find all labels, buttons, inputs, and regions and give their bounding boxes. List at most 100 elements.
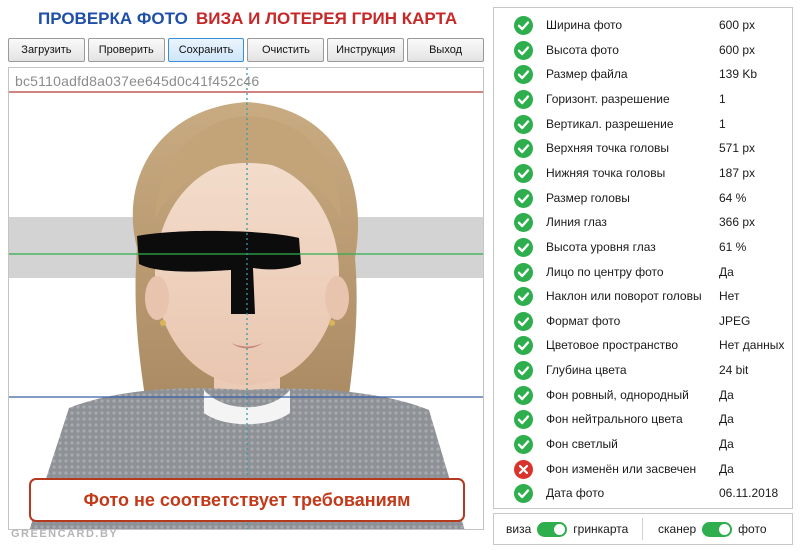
check-label: Размер файла	[546, 67, 628, 82]
toggle-knob	[719, 523, 731, 535]
check-label: Размер головы	[546, 190, 630, 205]
check-value: 139 Kb	[719, 67, 758, 82]
check-ok-icon	[514, 311, 533, 331]
check-row: Размер файла 139 Kb	[494, 62, 792, 87]
check-ok-icon	[514, 213, 533, 233]
check-label: Линия глаз	[546, 215, 607, 230]
clear-button[interactable]: Очистить	[247, 38, 325, 62]
photo-preview: bc5110adfd8a037ee645d0c41f452c46 Фото не…	[8, 67, 484, 530]
check-label: Глубина цвета	[546, 363, 627, 378]
mode-divider	[642, 518, 643, 540]
title-photo-check: ПРОВЕРКА ФОТО	[38, 9, 188, 28]
check-value: Да	[719, 461, 734, 476]
mode-label-greencard: гринкарта	[573, 522, 629, 536]
mode-bar: виза гринкарта сканер фото	[493, 513, 793, 545]
visa-greencard-toggle[interactable]	[537, 521, 568, 537]
check-value: 600 px	[719, 42, 756, 57]
check-ok-icon	[514, 262, 533, 282]
check-row: Лицо по центру фото Да	[494, 260, 792, 285]
check-label: Фон ровный, однородный	[546, 387, 689, 402]
check-ok-icon	[514, 410, 533, 430]
check-row: Фон изменён или засвечен Да	[494, 457, 792, 482]
check-row: Нижняя точка головы 187 px	[494, 161, 792, 186]
check-value: 61 %	[719, 239, 747, 254]
load-button[interactable]: Загрузить	[8, 38, 85, 62]
check-label: Нижняя точка головы	[546, 165, 666, 180]
check-label: Высота уровня глаз	[546, 239, 656, 254]
check-ok-icon	[514, 65, 533, 85]
check-label: Ширина фото	[546, 18, 623, 32]
check-value: Нет	[719, 289, 740, 304]
check-value: 187 px	[719, 165, 756, 180]
check-value: Да	[719, 264, 734, 279]
check-ok-icon	[514, 89, 533, 109]
check-label: Цветовое пространство	[546, 338, 679, 353]
check-ok-icon	[514, 188, 533, 208]
check-label: Формат фото	[546, 313, 621, 328]
check-row: Линия глаз 366 px	[494, 210, 792, 235]
check-row: Высота фото 600 px	[494, 38, 792, 63]
check-ok-icon	[514, 435, 533, 455]
watermark: GREENCARD.BY	[11, 528, 119, 540]
instructions-button[interactable]: Инструкция	[327, 38, 405, 62]
check-row: Ширина фото 600 px	[494, 13, 792, 38]
check-value: Да	[719, 412, 734, 427]
check-row: Фон ровный, однородный Да	[494, 383, 792, 408]
check-ok-icon	[514, 237, 533, 257]
mode-label-visa: виза	[506, 522, 532, 536]
right-ear	[325, 276, 349, 320]
check-label: Фон светлый	[546, 437, 618, 452]
toggle-knob	[554, 523, 566, 535]
check-ok-icon	[514, 385, 533, 405]
check-label: Верхняя точка головы	[546, 141, 670, 156]
app-window: ПРОВЕРКА ФОТО ВИЗА И ЛОТЕРЕЯ ГРИН КАРТА …	[0, 0, 800, 551]
check-value: 64 %	[719, 190, 747, 205]
check-ok-icon	[514, 361, 533, 381]
check-row: Дата фото 06.11.2018	[494, 481, 792, 506]
check-value: 06.11.2018	[719, 486, 779, 501]
photo-image	[9, 68, 483, 529]
status-text: Фото не соответствует требованиям	[83, 489, 411, 510]
status-banner: Фото не соответствует требованиям	[29, 478, 465, 522]
check-row: Глубина цвета 24 bit	[494, 358, 792, 383]
check-value: 1	[719, 91, 726, 106]
check-ok-icon	[514, 336, 533, 356]
check-ok-icon	[514, 484, 533, 504]
scanner-photo-toggle[interactable]	[702, 521, 733, 537]
check-fail-icon	[514, 459, 533, 479]
check-ok-icon	[514, 287, 533, 307]
photo-hash-id: bc5110adfd8a037ee645d0c41f452c46	[15, 73, 260, 89]
check-value: Нет данных	[719, 338, 785, 353]
checks-panel: Ширина фото 600 px Высота фото 600 px Размер…	[493, 7, 793, 509]
mode-group-source: сканер фото	[658, 514, 767, 544]
check-row: Вертикал. разрешение 1	[494, 112, 792, 137]
left-ear	[145, 276, 169, 320]
check-value: 24 bit	[719, 363, 749, 378]
check-value: 366 px	[719, 215, 756, 230]
check-label: Вертикал. разрешение	[546, 116, 674, 131]
check-label: Фон нейтрального цвета	[546, 412, 683, 427]
check-value: Да	[719, 387, 734, 402]
check-button[interactable]: Проверить	[87, 38, 165, 62]
check-row: Горизонт. разрешение 1	[494, 87, 792, 112]
check-row: Наклон или поворот головы Нет	[494, 284, 792, 309]
check-label: Горизонт. разрешение	[546, 91, 670, 106]
check-value: JPEG	[719, 313, 751, 328]
check-value: 571 px	[719, 141, 756, 156]
mode-label-scanner: сканер	[658, 522, 697, 536]
check-value: 1	[719, 116, 726, 131]
check-label: Высота фото	[546, 42, 619, 57]
mode-label-photo: фото	[738, 522, 767, 536]
check-label: Дата фото	[546, 486, 605, 501]
left-earring	[160, 320, 166, 326]
check-ok-icon	[514, 40, 533, 60]
check-row: Цветовое пространство Нет данных	[494, 333, 792, 358]
check-ok-icon	[514, 163, 533, 183]
check-row: Высота уровня глаз 61 %	[494, 235, 792, 260]
title-visa-lottery: ВИЗА И ЛОТЕРЕЯ ГРИН КАРТА	[196, 9, 458, 28]
check-ok-icon	[514, 16, 533, 35]
check-ok-icon	[514, 114, 533, 134]
exit-button[interactable]: Выход	[407, 38, 484, 62]
check-value: 600 px	[719, 18, 756, 32]
save-button[interactable]: Сохранить	[167, 38, 245, 62]
